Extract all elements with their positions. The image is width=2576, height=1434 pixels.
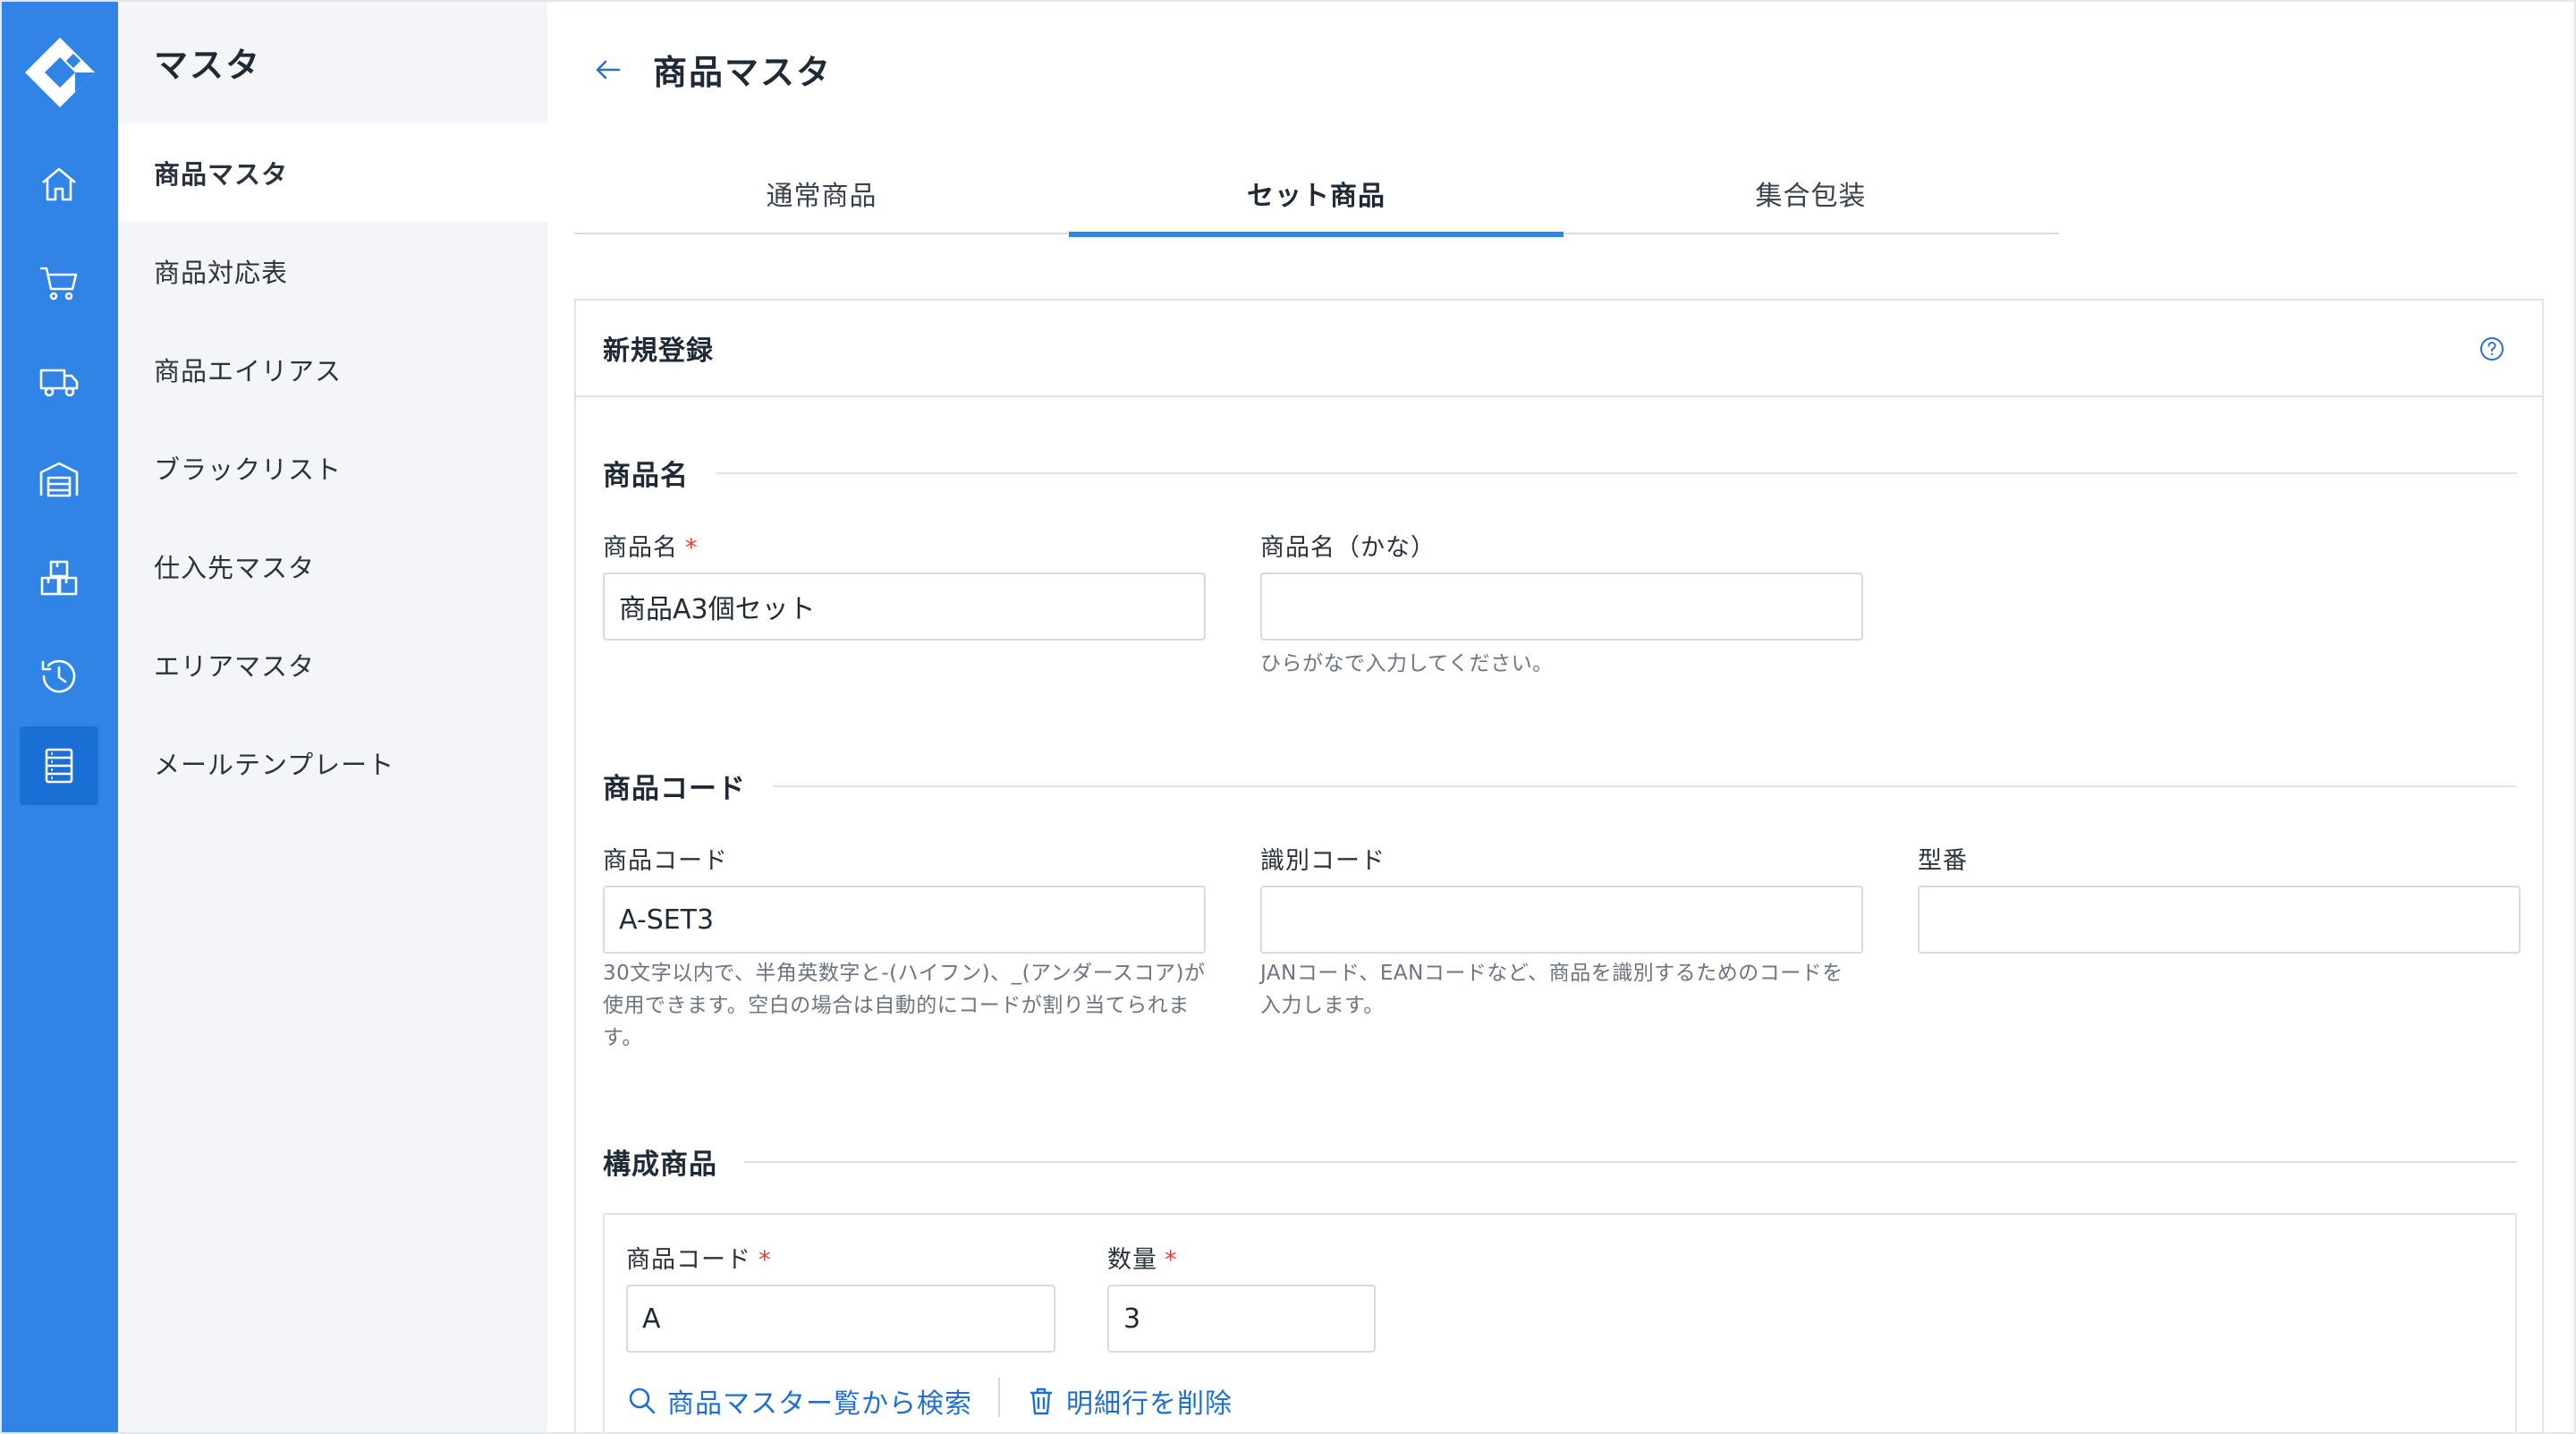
new-registration-card: 新規登録 商品名 商品名 * 商品A3個セット 商品名（かな） ひらがなで入力して… [574, 299, 2544, 1432]
product-name-kana-input[interactable] [1260, 573, 1863, 641]
tab-normal-product[interactable]: 通常商品 [574, 152, 1069, 234]
trash-icon [1030, 1387, 1052, 1415]
action-divider [998, 1378, 1000, 1417]
component-row-card: 商品コード * A 数量 * 3 商品マスター覧から検索 明細行を削除 [603, 1213, 2517, 1432]
section-divider [716, 471, 2517, 474]
search-product-master-label: 商品マスター覧から検索 [667, 1388, 972, 1420]
section-title-components: 構成商品 [603, 1149, 717, 1181]
card-header: 新規登録 [576, 301, 2542, 397]
nav-inventory[interactable] [20, 539, 98, 617]
identification-code-input[interactable] [1260, 886, 1863, 954]
sidebar-item-product-master[interactable]: 商品マスタ [118, 123, 547, 222]
master-list-icon [45, 748, 73, 784]
search-icon [629, 1387, 656, 1414]
product-name-label-text: 商品名 [603, 534, 678, 562]
required-mark: * [758, 1246, 772, 1274]
nav-home[interactable] [20, 145, 98, 224]
hint-line: 入力します。 [1260, 994, 1385, 1017]
sidebar-title: マスタ [154, 46, 262, 85]
tab-bundle-package[interactable]: 集合包装 [1563, 152, 2058, 234]
product-code-label: 商品コード [603, 847, 728, 875]
help-icon[interactable] [2478, 335, 2506, 363]
sidebar-item-product-alias[interactable]: 商品エイリアス [118, 320, 547, 419]
tab-set-product[interactable]: セット商品 [1069, 152, 1563, 237]
main-content: 商品マスタ 通常商品 セット商品 集合包装 新規登録 商品名 商品名 * 商品A… [547, 2, 2574, 1432]
back-arrow-icon[interactable] [592, 54, 624, 86]
model-number-input[interactable] [1918, 886, 2521, 954]
product-name-kana-label: 商品名（かな） [1260, 534, 1436, 562]
section-product-name: 商品名 [603, 453, 2517, 493]
nav-warehouse[interactable] [20, 440, 98, 519]
hint-line: 30文字以内で、半角英数字と-(ハイフン)、_(アンダースコア)が [603, 962, 1206, 985]
warehouse-icon [39, 462, 79, 497]
component-quantity-label: 数量 * [1107, 1240, 1178, 1275]
master-sidebar: マスタ 商品マスタ 商品対応表 商品エイリアス ブラックリスト 仕入先マスタ エ… [118, 2, 547, 1432]
boxes-icon [40, 560, 78, 596]
component-code-label: 商品コード * [626, 1240, 772, 1275]
sidebar-item-mail-template[interactable]: メールテンプレート [118, 714, 547, 812]
hint-line: 使用できます。空白の場合は自動的にコードが割り当てられま [603, 994, 1190, 1017]
delete-row-button[interactable]: 明細行を削除 [1025, 1381, 1233, 1421]
nav-orders[interactable] [20, 243, 98, 322]
delete-row-label: 明細行を削除 [1066, 1388, 1233, 1420]
identification-code-label: 識別コード [1260, 847, 1385, 875]
history-icon [41, 659, 76, 693]
product-code-hint: 30文字以内で、半角英数字と-(ハイフン)、_(アンダースコア)が 使用できます… [603, 957, 1229, 1054]
truck-icon [39, 369, 79, 397]
section-title-product-code: 商品コード [603, 773, 746, 805]
hint-line: す。 [603, 1026, 643, 1049]
icon-rail [2, 2, 118, 1432]
home-icon [42, 167, 76, 201]
hint-line: JANコード、EANコードなど、商品を識別するためのコードを [1260, 962, 1843, 985]
product-name-label: 商品名 * [603, 528, 699, 563]
component-quantity-input[interactable]: 3 [1107, 1285, 1376, 1353]
required-mark: * [685, 534, 699, 562]
section-divider [744, 1160, 2517, 1163]
section-title-product-name: 商品名 [603, 460, 689, 492]
section-components: 構成商品 [603, 1141, 2517, 1182]
product-name-kana-hint: ひらがなで入力してください。 [1260, 652, 1554, 675]
required-mark: * [1165, 1246, 1178, 1274]
search-product-master-button[interactable]: 商品マスター覧から検索 [626, 1381, 972, 1421]
product-name-input[interactable]: 商品A3個セット [603, 573, 1206, 641]
component-quantity-label-text: 数量 [1107, 1246, 1157, 1274]
nav-master[interactable] [20, 726, 98, 805]
sidebar-item-supplier-master[interactable]: 仕入先マスタ [118, 517, 547, 615]
sidebar-item-product-mapping[interactable]: 商品対応表 [118, 222, 547, 320]
card-title: 新規登録 [603, 335, 714, 367]
section-product-code: 商品コード [603, 766, 2517, 806]
component-code-label-text: 商品コード [626, 1246, 751, 1274]
sidebar-item-area-master[interactable]: エリアマスタ [118, 615, 547, 714]
logo-icon[interactable] [21, 34, 98, 111]
identification-code-hint: JANコード、EANコードなど、商品を識別するためのコードを 入力します。 [1260, 957, 1886, 1022]
sidebar-item-blacklist[interactable]: ブラックリスト [118, 419, 547, 517]
page-title: 商品マスタ [653, 53, 833, 92]
section-divider [773, 785, 2517, 787]
product-code-input[interactable]: A-SET3 [603, 886, 1206, 954]
nav-history[interactable] [20, 637, 98, 716]
cart-icon [39, 267, 78, 301]
model-number-label: 型番 [1918, 847, 1968, 875]
component-code-input[interactable]: A [626, 1285, 1055, 1353]
nav-shipping[interactable] [20, 342, 98, 420]
product-type-tabs: 通常商品 セット商品 集合包装 [574, 152, 2059, 237]
app-window: マスタ 商品マスタ 商品対応表 商品エイリアス ブラックリスト 仕入先マスタ エ… [0, 0, 2576, 1434]
